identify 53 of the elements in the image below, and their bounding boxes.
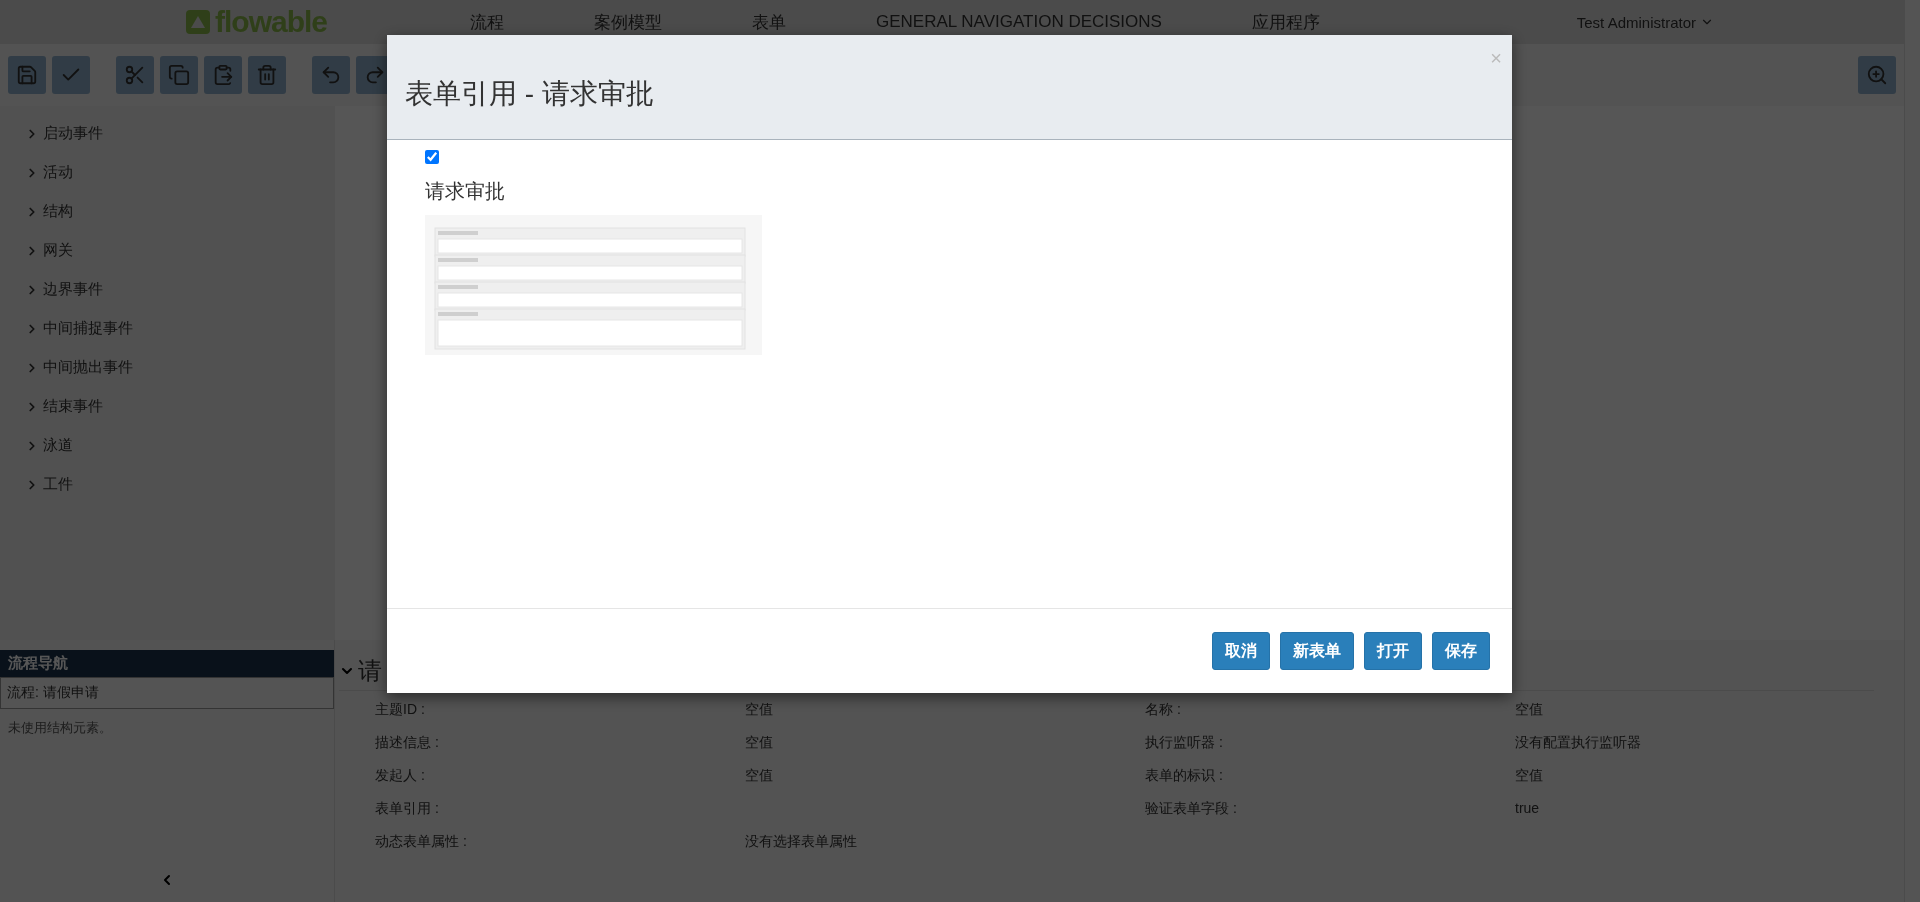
property-value[interactable]: true (1515, 800, 1874, 821)
property-value[interactable]: 没有配置执行监听器 (1515, 734, 1874, 755)
property-label: 验证表单字段 : (1145, 800, 1238, 818)
checkbox[interactable] (425, 150, 439, 164)
palette-group[interactable]: 中间抛出事件 (43, 358, 133, 377)
trash-icon (256, 64, 278, 86)
property-value[interactable]: 空值 (1515, 701, 1874, 722)
user-menu[interactable]: Test Administrator (1576, 13, 1714, 31)
scissors-icon (124, 64, 146, 86)
palette-group[interactable]: 中间捕捉事件 (43, 319, 133, 338)
palette-group[interactable]: 网关 (43, 241, 73, 260)
property-label: 主题ID : (375, 701, 426, 719)
nav-link[interactable]: 应用程序 (1251, 10, 1320, 34)
property-label: 发起人 : (375, 767, 426, 785)
redo-icon (364, 64, 386, 86)
property-value[interactable]: 空值 (745, 767, 1145, 788)
clipboard-icon (212, 64, 234, 86)
property-value[interactable]: 空值 (745, 734, 1145, 755)
modal-title: 表单引用 - 请求审批 (405, 77, 654, 111)
nav-link[interactable]: 案例模型 (594, 10, 662, 34)
logo-icon (185, 9, 211, 35)
dialog-button[interactable]: 新表单 (1280, 632, 1354, 670)
property-label: 描述信息 : (375, 734, 440, 752)
properties-title: 请 (358, 656, 382, 686)
property-label: 动态表单属性 : (375, 833, 468, 851)
process-node[interactable]: 流程: 请假申请 (0, 677, 334, 709)
zoom-in-icon (1866, 64, 1888, 86)
nav-link[interactable]: GENERAL NAVIGATION DECISIONS (876, 12, 1162, 32)
close-button[interactable]: × (1486, 47, 1506, 70)
nav-link[interactable]: 流程 (470, 10, 504, 34)
panel-title: 流程导航 (0, 650, 334, 677)
palette-group[interactable]: 结构 (43, 202, 73, 221)
dialog-button[interactable]: 取消 (1212, 632, 1270, 670)
form-name: 请求审批 (425, 179, 505, 204)
save-icon (16, 64, 38, 86)
property-label: 表单引用 : (375, 800, 440, 818)
palette-group[interactable]: 结束事件 (43, 397, 103, 416)
dialog-button[interactable]: 打开 (1364, 632, 1422, 670)
palette-group[interactable]: 启动事件 (43, 124, 103, 143)
palette-group[interactable]: 泳道 (43, 436, 73, 455)
dialog-button[interactable]: 保存 (1432, 632, 1490, 670)
property-label: 执行监听器 : (1145, 734, 1224, 752)
undo-icon (320, 64, 342, 86)
property-value[interactable]: 空值 (1515, 767, 1874, 788)
property-label: 名称 : (1145, 701, 1182, 719)
property-value[interactable]: 没有选择表单属性 (745, 833, 1145, 854)
palette-group[interactable]: 边界事件 (43, 280, 103, 299)
palette-group[interactable]: 活动 (43, 163, 73, 182)
property-value[interactable]: 空值 (745, 701, 1145, 722)
nav-link[interactable]: 表单 (752, 10, 786, 34)
copy-icon (168, 64, 190, 86)
palette-group[interactable]: 工件 (43, 475, 73, 494)
property-label: 表单的标识 : (1145, 767, 1224, 785)
